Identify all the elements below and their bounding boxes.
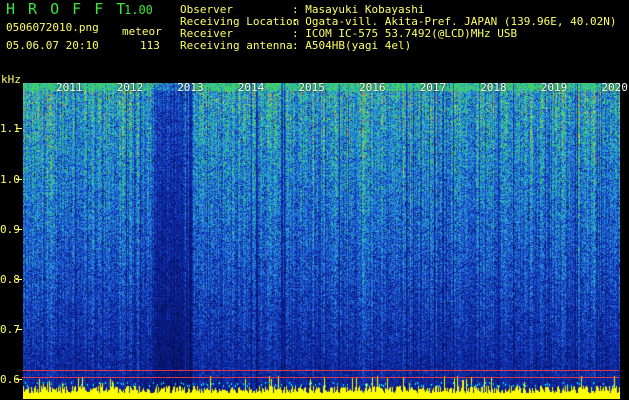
receiver-value: : ICOM IC-575 53.7492(@LCD)MHz USB [292,27,518,40]
spectrogram-panel[interactable] [22,82,621,400]
y-tick-label: 0.8 [0,273,20,286]
year-label: 2018 [480,81,507,94]
antenna-label: Receiving antenna [180,39,293,52]
year-label: 2014 [237,81,265,94]
observer-value: : Masayuki Kobayashi [292,3,425,16]
app-brand: H R O F F T [6,0,128,18]
marker-line-lower [22,377,619,378]
observer-label: Observer [180,3,233,16]
count-label: 113 [140,39,160,52]
y-tick-label: 0.9 [0,223,20,236]
y-tick-label: 0.7 [0,323,20,336]
frequency-unit-label: kHz [1,73,21,86]
antenna-value: : A504HB(yagi 4el) [292,39,412,52]
year-label: 2013 [177,81,204,94]
header-panel: H R O F F T 1.00 0506072010.png meteor 0… [0,0,629,78]
y-tick-label: 0.6 [0,373,20,386]
spectrogram-canvas[interactable] [23,83,620,399]
year-label: 2011 [56,81,83,94]
receiver-label: Receiver [180,27,233,40]
marker-line-upper [22,370,619,371]
year-label: 2016 [359,81,386,94]
year-label: 2019 [540,81,568,94]
year-label: 2020 [601,81,628,94]
y-tick-label: 1.1 [0,122,20,135]
location-label: Receiving Location [180,15,300,28]
location-value: : Ogata-vill. Akita-Pref. JAPAN (139.96E… [292,15,617,28]
year-label: 2017 [419,81,447,94]
y-tick-label: 1.0 [0,173,20,186]
filename-label: 0506072010.png [6,21,99,34]
mode-label: meteor [122,25,162,38]
year-label: 2012 [116,81,144,94]
datetime-label: 05.06.07 20:10 [6,39,99,52]
year-label: 2015 [298,81,325,94]
app-version: 1.00 [124,3,153,17]
